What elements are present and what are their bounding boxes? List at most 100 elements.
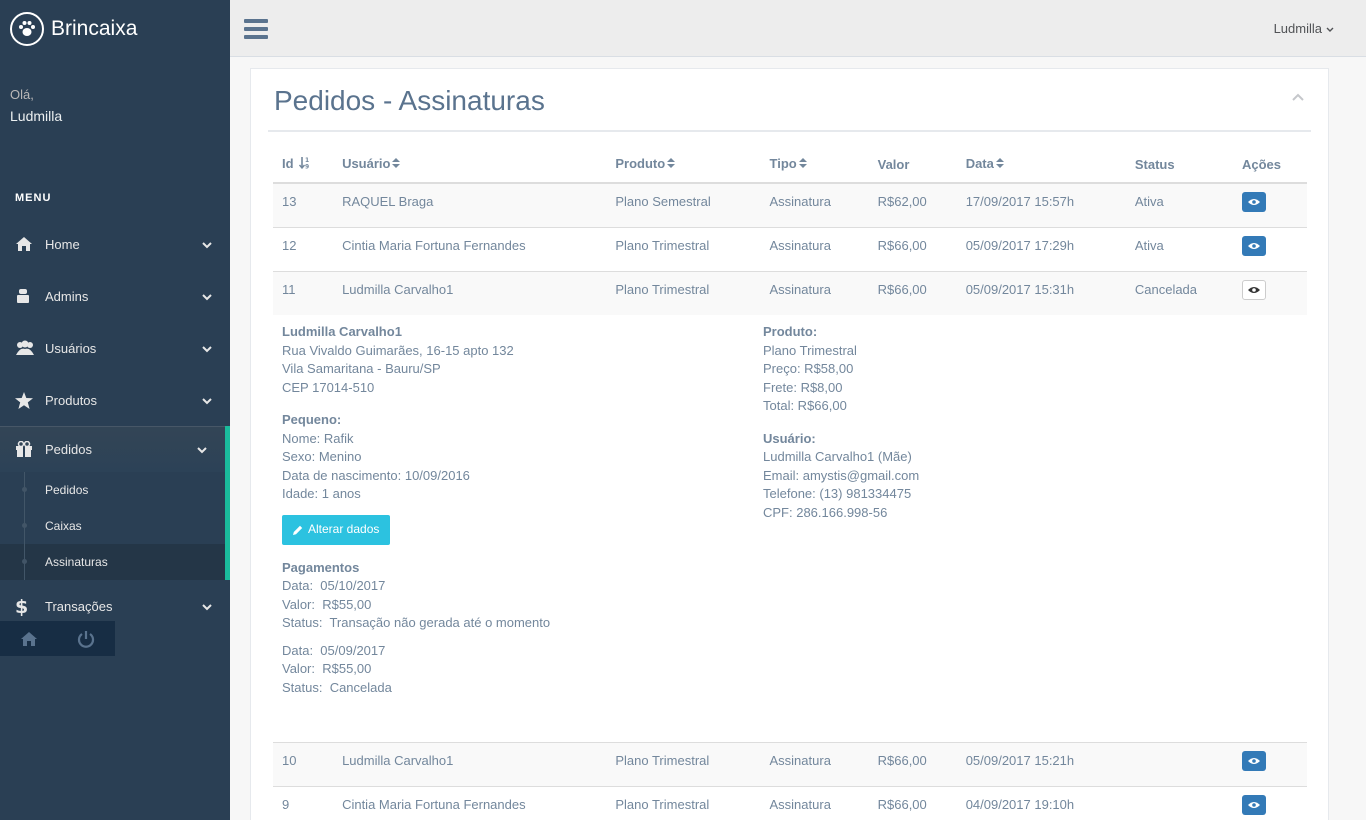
cell-produto: Plano Trimestral — [606, 270, 761, 315]
col-header-usuario[interactable]: Usuário — [333, 146, 607, 184]
user-menu[interactable]: Ludmilla — [1274, 21, 1334, 36]
view-button[interactable] — [1242, 795, 1266, 815]
col-header-status: Status — [1125, 146, 1233, 184]
chevron-down-icon — [202, 237, 212, 252]
sidebar-item-produtos[interactable]: Produtos — [0, 374, 230, 426]
cell-valor: R$66,00 — [868, 270, 957, 315]
cell-produto: Plano Trimestral — [606, 742, 761, 787]
view-button[interactable] — [1242, 751, 1266, 771]
dollar-icon: $ — [15, 596, 45, 616]
eye-icon — [1248, 758, 1260, 764]
eye-icon — [1248, 802, 1260, 808]
edit-data-button[interactable]: Alterar dados — [282, 514, 391, 545]
power-icon[interactable] — [57, 621, 114, 656]
divider — [268, 130, 1311, 132]
cell-acoes — [1233, 270, 1307, 315]
home-icon — [15, 236, 45, 252]
menu-toggle-icon[interactable] — [244, 19, 268, 43]
cell-status: Cancelada — [1125, 270, 1233, 315]
sort-icon — [798, 157, 807, 172]
eye-icon — [1248, 286, 1260, 293]
sidebar-item-home[interactable]: Home — [0, 218, 230, 270]
view-button[interactable] — [1242, 235, 1266, 256]
cell-tipo: Assinatura — [760, 742, 869, 787]
sort-icon — [392, 157, 401, 172]
table-row: 12 Cintia Maria Fortuna Fernandes Plano … — [273, 226, 1307, 271]
home-footer-icon[interactable] — [0, 621, 57, 656]
col-header-data[interactable]: Data — [956, 146, 1126, 184]
cell-tipo: Assinatura — [760, 182, 869, 227]
cell-valor: R$66,00 — [868, 226, 957, 271]
cell-produto: Plano Trimestral — [606, 226, 761, 271]
sidebar-item-admins[interactable]: Admins — [0, 270, 230, 322]
col-header-tipo[interactable]: Tipo — [760, 146, 869, 184]
cell-tipo: Assinatura — [760, 786, 869, 820]
table-row: 13 RAQUEL Braga Plano Semestral Assinatu… — [273, 182, 1307, 227]
child-age: Idade: 1 anos — [282, 486, 361, 501]
address-line1: Rua Vivaldo Guimarães, 16-15 apto 132 — [282, 342, 514, 358]
child-sex: Sexo: Menino — [282, 449, 362, 464]
user-name: Ludmilla Carvalho1 (Mãe) — [763, 449, 912, 464]
cell-data: 05/09/2017 17:29h — [956, 226, 1126, 271]
cell-usuario: Cintia Maria Fortuna Fernandes — [333, 226, 607, 271]
details-row: Ludmilla Carvalho1 Rua Vivaldo Guimarães… — [273, 315, 1307, 743]
payment1-status: Status: Transação não gerada até o momen… — [282, 615, 551, 630]
cell-acoes — [1233, 786, 1307, 820]
payment2-date: Data: 05/09/2017 — [282, 642, 386, 658]
chevron-up-icon[interactable] — [1292, 89, 1304, 104]
details-left: Ludmilla Carvalho1 Rua Vivaldo Guimarães… — [282, 323, 550, 697]
submenu-item-pedidos[interactable]: Pedidos — [0, 472, 225, 508]
product-shipping: Frete: R$8,00 — [763, 379, 843, 395]
cell-usuario: Ludmilla Carvalho1 — [333, 742, 607, 787]
cell-status — [1125, 742, 1233, 787]
col-header-label: Produto — [615, 155, 666, 171]
sidebar-item-label: Admins — [45, 288, 89, 304]
pagamentos-title: Pagamentos — [282, 559, 360, 575]
pedidos-submenu: Pedidos Caixas Assinaturas — [0, 472, 230, 580]
col-header-produto[interactable]: Produto — [606, 146, 761, 184]
eye-icon — [1248, 199, 1260, 205]
view-button[interactable] — [1242, 279, 1266, 300]
cell-status: Ativa — [1125, 226, 1233, 271]
product-name: Plano Trimestral — [763, 342, 857, 358]
page-title: Pedidos - Assinaturas — [274, 85, 545, 116]
sidebar-item-label: Home — [45, 236, 80, 252]
cell-data: 04/09/2017 19:10h — [956, 786, 1126, 820]
chevron-down-icon — [202, 341, 212, 356]
usuario-title: Usuário: — [763, 430, 816, 446]
users-icon — [15, 340, 45, 356]
sort-desc-icon: 19 — [299, 156, 310, 172]
col-header-id[interactable]: Id 19 — [273, 146, 334, 184]
payment1-value: Valor: R$55,00 — [282, 596, 372, 612]
cell-valor: R$66,00 — [868, 786, 957, 820]
brand[interactable]: Brincaixa — [0, 0, 230, 57]
sidebar: Brincaixa Olá, Ludmilla MENU Home Admins… — [0, 0, 230, 820]
view-button[interactable] — [1242, 192, 1266, 212]
submenu-item-assinaturas[interactable]: Assinaturas — [0, 544, 225, 580]
child-name: Nome: Rafik — [282, 430, 354, 446]
admin-icon — [15, 288, 45, 304]
cell-data: 05/09/2017 15:21h — [956, 742, 1126, 787]
sidebar-item-label: Pedidos — [45, 441, 92, 457]
cell-id: 11 — [273, 270, 334, 315]
cell-status: Ativa — [1125, 182, 1233, 227]
user-cpf: CPF: 286.166.998-56 — [763, 504, 888, 520]
col-header-acoes: Ações — [1233, 146, 1307, 184]
cell-id: 9 — [273, 786, 334, 820]
user-email: Email: amystis@gmail.com — [763, 467, 920, 483]
chevron-down-icon — [202, 289, 212, 304]
product-price: Preço: R$58,00 — [763, 361, 854, 376]
sidebar-item-usuarios[interactable]: Usuários — [0, 322, 230, 374]
cell-usuario: RAQUEL Braga — [333, 182, 607, 227]
eye-icon — [1248, 242, 1260, 249]
brand-name: Brincaixa — [51, 16, 138, 40]
cell-valor: R$66,00 — [868, 742, 957, 787]
customer-name: Ludmilla Carvalho1 — [282, 324, 402, 339]
product-total: Total: R$66,00 — [763, 398, 847, 413]
star-icon — [15, 391, 45, 409]
child-birthdate: Data de nascimento: 10/09/2016 — [282, 467, 470, 483]
details-right: Produto: Plano Trimestral Preço: R$58,00… — [763, 323, 919, 522]
paw-icon — [10, 11, 44, 46]
submenu-item-caixas[interactable]: Caixas — [0, 508, 225, 544]
sidebar-item-pedidos[interactable]: Pedidos — [0, 426, 230, 472]
